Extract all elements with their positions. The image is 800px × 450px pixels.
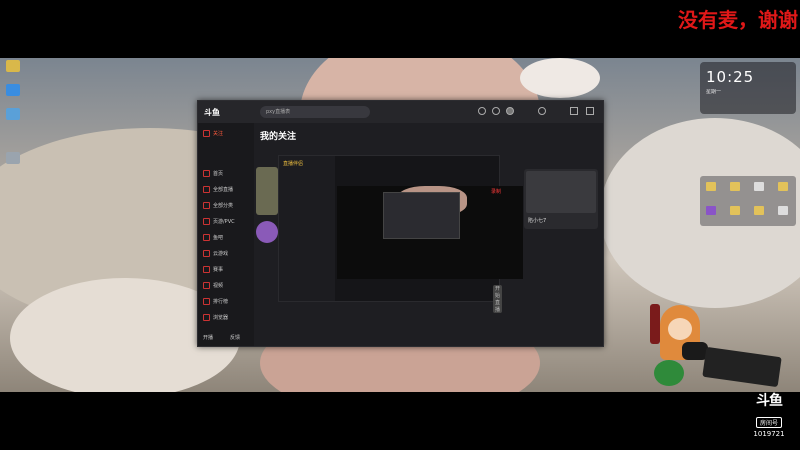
sidebar-item-cloud-game[interactable]: 云游戏 — [203, 249, 253, 259]
file-icon[interactable] — [706, 182, 716, 191]
sidebar-item-label: 浏览器 — [213, 315, 229, 321]
close-icon[interactable] — [586, 107, 594, 115]
sidebar-item-label: 排行榜 — [213, 299, 229, 305]
douyu-watermark: 斗鱼 房间号 1019721 — [742, 390, 796, 446]
sidebar-item-label: 全部分类 — [213, 203, 234, 209]
file-icon[interactable] — [730, 182, 740, 191]
app-sidebar: 关注 首页 全部直播 全部分类 页游/PVC 鱼吧 云游戏 赛事 视频 排行榜 … — [198, 123, 254, 346]
sidebar-item-fishbar[interactable]: 鱼吧 — [203, 233, 253, 243]
file-icon[interactable] — [778, 182, 788, 191]
card-title: 陷小七7 — [528, 218, 547, 224]
file-icon[interactable] — [778, 206, 788, 215]
app-logo[interactable]: 斗鱼 — [204, 107, 220, 118]
file-icon[interactable] — [730, 206, 740, 215]
sidebar-item-label: 鱼吧 — [213, 235, 224, 241]
sidebar-item-follow[interactable]: 关注 — [203, 129, 253, 139]
recommend-card[interactable]: 陷小七7 — [524, 169, 598, 229]
stream-thumbnail[interactable] — [256, 167, 278, 215]
douyu-client-window: 斗鱼 pxy直播表 关注 首页 全部直播 全部分类 页游/PVC 鱼吧 云游戏 … — [197, 100, 604, 347]
preview-video[interactable]: 录制 — [337, 186, 523, 279]
feedback-button[interactable]: 反馈 — [230, 333, 252, 343]
sidebar-item-label: 首页 — [213, 171, 224, 177]
stream-thumbnail[interactable] — [256, 221, 278, 243]
desktop-folder-icon[interactable] — [6, 60, 20, 72]
avatar[interactable] — [506, 107, 514, 115]
settings-icon[interactable] — [538, 107, 546, 115]
sidebar-item-webgame[interactable]: 页游/PVC — [203, 217, 253, 227]
file-icon[interactable] — [754, 182, 764, 191]
mascot-face — [668, 318, 692, 340]
sidebar-item-ranking[interactable]: 排行榜 — [203, 297, 253, 307]
letterbox-bottom — [0, 392, 800, 450]
clock-widget: 10:25 星期一 — [700, 62, 796, 114]
streaming-tool-window: 直播伴侣 录制 开始直播 — [278, 155, 523, 313]
search-input[interactable]: pxy直播表 — [260, 106, 370, 118]
recording-label: 录制 — [491, 189, 502, 195]
desktop-file-grid — [700, 176, 796, 226]
sidebar-item-home[interactable]: 首页 — [203, 169, 253, 179]
history-icon[interactable] — [478, 107, 486, 115]
sidebar-item-label: 云游戏 — [213, 251, 229, 257]
desktop-app-icon[interactable] — [6, 84, 20, 96]
window-titlebar: 斗鱼 pxy直播表 — [198, 101, 603, 123]
room-number: 1019721 — [753, 430, 785, 438]
clock-date: 星期一 — [706, 89, 722, 95]
go-live-button[interactable]: 开播 — [203, 333, 225, 343]
cola-bottle — [650, 304, 660, 344]
desktop-pc-icon[interactable] — [6, 108, 20, 120]
sidebar-item-video[interactable]: 视频 — [203, 281, 253, 291]
sidebar-item-label: 赛事 — [213, 267, 224, 273]
bow-shape — [520, 58, 600, 98]
frog-sticker — [654, 360, 684, 386]
sidebar-item-label: 关注 — [213, 131, 224, 137]
card-thumbnail — [526, 171, 596, 213]
tool-sidebar: 直播伴侣 — [279, 156, 335, 301]
clock-time: 10:25 — [706, 68, 755, 86]
room-label: 房间号 — [755, 417, 782, 428]
sidebar-item-browser[interactable]: 浏览器 — [203, 313, 253, 323]
sidebar-item-all-live[interactable]: 全部直播 — [203, 185, 253, 195]
start-live-button[interactable]: 开始直播 — [493, 285, 503, 313]
message-icon[interactable] — [492, 107, 500, 115]
minimize-icon[interactable] — [570, 107, 578, 115]
nested-preview — [383, 192, 460, 239]
sidebar-item-label: 视频 — [213, 283, 224, 289]
file-icon[interactable] — [754, 206, 764, 215]
sidebar-item-label: 全部直播 — [213, 187, 234, 193]
sidebar-item-label: 页游/PVC — [213, 219, 235, 225]
page-title: 我的关注 — [260, 132, 297, 142]
sidebar-item-categories[interactable]: 全部分类 — [203, 201, 253, 211]
recycle-bin-icon[interactable] — [6, 152, 20, 164]
sidebar-item-esports[interactable]: 赛事 — [203, 265, 253, 275]
stream-caption: 没有麦，谢谢 — [678, 8, 798, 32]
tool-logo: 直播伴侣 — [283, 161, 304, 167]
watermark-logo: 斗鱼 — [756, 393, 783, 409]
file-icon[interactable] — [706, 206, 716, 215]
